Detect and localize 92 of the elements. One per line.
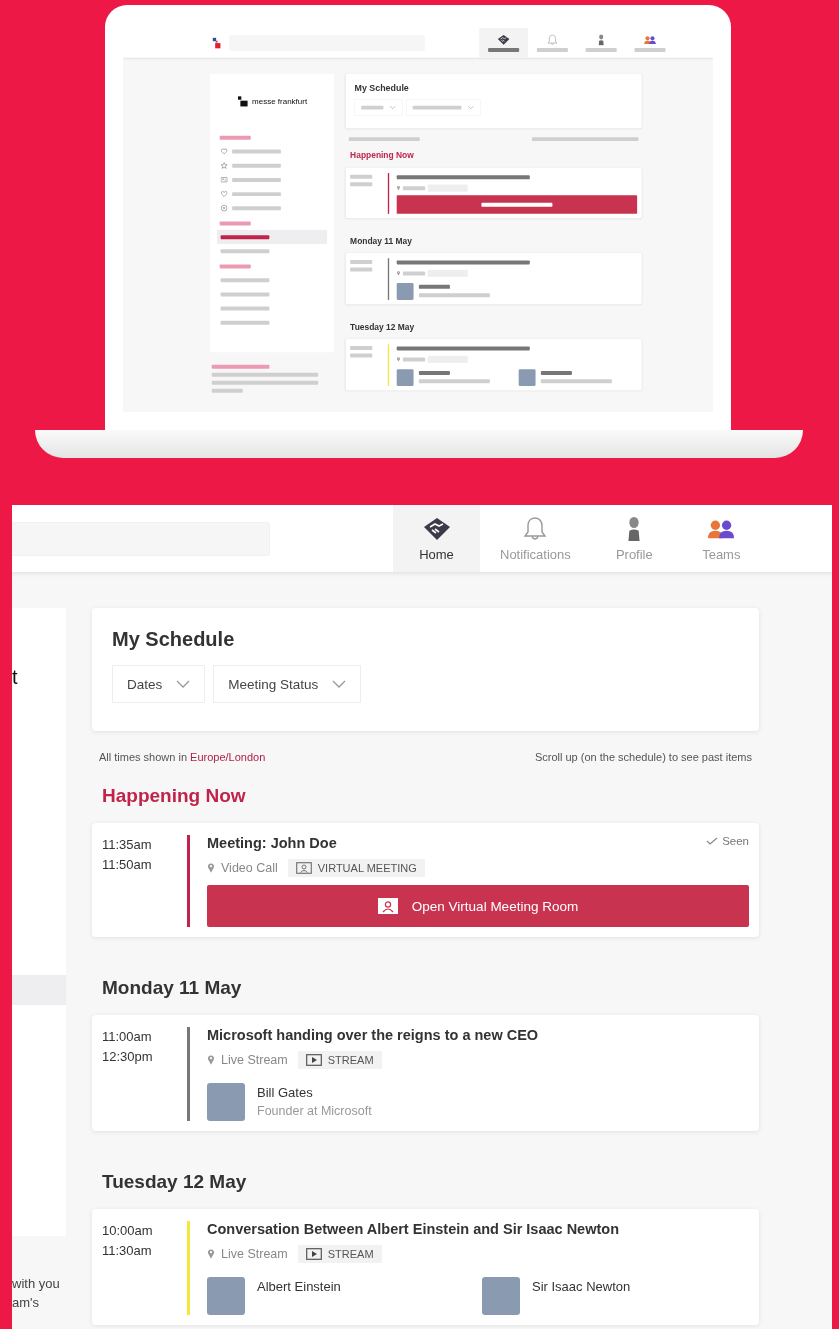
people-icon — [643, 34, 657, 46]
event-tag: VIRTUAL MEETING — [287, 859, 425, 877]
text-line — [219, 221, 251, 226]
person-frame-icon — [295, 862, 312, 874]
filter-dropdown[interactable]: Meeting Status — [213, 665, 362, 703]
share-text: with you — [12, 1275, 61, 1293]
text-line — [211, 364, 270, 369]
squares-logo-icon — [211, 36, 222, 50]
speaker-name[interactable]: Albert Einstein — [257, 1279, 341, 1294]
section-heading: Happening Now — [102, 785, 247, 807]
text-line — [350, 353, 373, 358]
photo-placeholder — [207, 1083, 245, 1121]
chevron-down-icon — [176, 680, 191, 688]
event-title: Microsoft handing over the reigns to a new CEO — [207, 1027, 539, 1043]
play-icon — [305, 1248, 322, 1260]
text-line — [219, 264, 251, 269]
text-line — [418, 293, 490, 298]
filter-dropdown[interactable] — [406, 99, 481, 116]
text-line — [540, 379, 612, 384]
logo-text: t — [12, 666, 19, 689]
event-title: Conversation Between Albert Einstein and Sir Isaac Newton — [207, 1221, 619, 1237]
sidebar-item[interactable] — [217, 229, 328, 245]
person-frame-icon — [377, 898, 398, 914]
check-icon — [706, 837, 719, 845]
event-tag: STREAM — [297, 1051, 382, 1069]
text-line — [211, 388, 243, 393]
end-time: 11:30am — [102, 1242, 153, 1260]
start-time: 11:35am — [102, 836, 153, 854]
text-line — [540, 370, 572, 375]
photo-placeholder — [396, 369, 414, 386]
play-icon — [305, 1054, 322, 1066]
event-tag: STREAM — [297, 1245, 382, 1263]
filter-dropdown[interactable] — [354, 99, 403, 116]
handshake-icon — [422, 515, 451, 542]
handshake-icon — [497, 34, 510, 46]
location-pin-icon — [207, 1054, 215, 1066]
timezone-link[interactable]: Europe/London — [190, 751, 266, 763]
text-line — [350, 267, 373, 272]
event-location: Video Call — [221, 861, 278, 875]
share-text: am's — [12, 1294, 41, 1312]
text-line — [402, 357, 426, 362]
event-location: Live Stream — [221, 1053, 288, 1067]
section-heading: Monday 11 May — [350, 236, 413, 246]
section-heading: Tuesday 12 May — [102, 1171, 248, 1193]
photo-placeholder — [396, 283, 414, 300]
text-line — [350, 174, 373, 179]
section-heading: Happening Now — [350, 150, 415, 161]
location-pin-icon — [207, 862, 215, 874]
text-line — [634, 47, 666, 52]
end-time: 12:30pm — [102, 1048, 154, 1066]
text-line — [350, 182, 373, 187]
chevron-down-icon — [332, 680, 347, 688]
text-line — [402, 271, 426, 276]
text-line — [585, 47, 617, 52]
photo-placeholder — [518, 369, 536, 386]
text-line — [536, 47, 568, 52]
location-pin-icon — [207, 1248, 215, 1260]
section-heading: Tuesday 12 May — [350, 322, 416, 332]
text-line — [350, 260, 373, 264]
start-time: 11:00am — [102, 1028, 153, 1046]
filter-dropdown[interactable]: Dates — [112, 665, 206, 703]
text-line — [418, 284, 450, 289]
start-time: 10:00am — [102, 1222, 154, 1240]
speaker-name[interactable]: Sir Isaac Newton — [532, 1279, 631, 1294]
location-pin-icon — [396, 185, 401, 191]
end-time: 11:50am — [102, 856, 153, 874]
text-line — [348, 137, 420, 142]
event-title: Meeting: John Doe — [207, 835, 337, 851]
section-heading: Monday 11 May — [102, 977, 243, 999]
nav-tab[interactable] — [479, 28, 528, 58]
nav-tab[interactable]: Home — [393, 505, 480, 572]
seen-status: Seen — [722, 835, 749, 847]
open-meeting-room-button[interactable]: Open Virtual Meeting Room — [207, 885, 749, 927]
scroll-hint: Scroll up (on the schedule) to see past items — [534, 751, 752, 763]
location-pin-icon — [396, 270, 401, 276]
timezone-note: All times shown in Europe/London — [99, 751, 266, 763]
text-line — [219, 135, 251, 140]
text-line — [418, 370, 450, 375]
event-location: Live Stream — [221, 1247, 288, 1261]
photo-placeholder — [207, 1277, 245, 1315]
page-title: My Schedule — [354, 82, 410, 93]
speaker-role: Founder at Microsoft — [257, 1104, 372, 1118]
text-line — [418, 379, 490, 384]
location-pin-icon — [396, 356, 401, 363]
speaker-name[interactable]: Bill Gates — [257, 1085, 372, 1100]
text-line — [350, 346, 373, 351]
photo-placeholder — [482, 1277, 520, 1315]
logo-icon — [237, 95, 249, 108]
text-line — [402, 186, 426, 191]
text-line — [488, 47, 520, 52]
open-meeting-room-button[interactable] — [396, 195, 638, 214]
page-title: My Schedule — [112, 628, 236, 651]
